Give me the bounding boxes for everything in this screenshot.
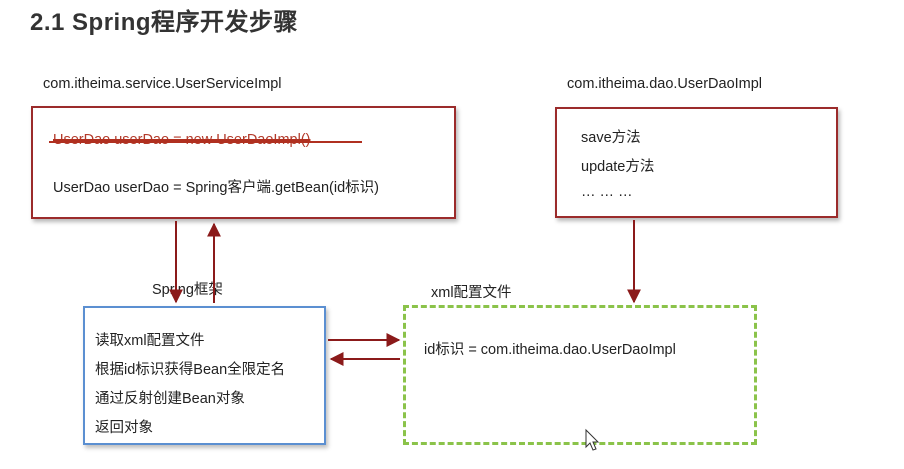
mouse-cursor-icon <box>585 428 600 451</box>
connector-arrows <box>49 141 641 451</box>
